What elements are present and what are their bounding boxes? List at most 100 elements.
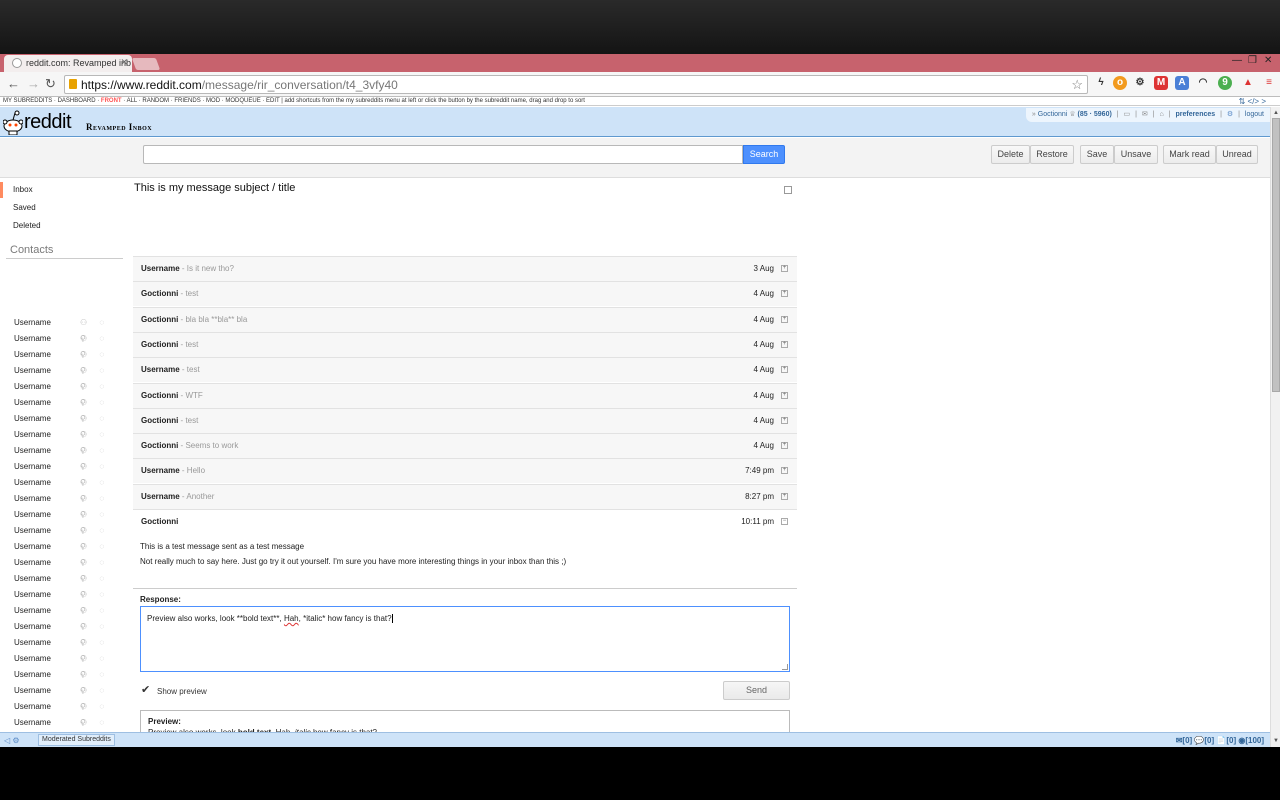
- close-tab-icon[interactable]: ✕: [120, 57, 128, 68]
- scroll-up-icon[interactable]: ▲: [1272, 109, 1280, 117]
- send-button[interactable]: Send: [723, 681, 790, 700]
- menu-icon[interactable]: ≡: [1262, 76, 1276, 90]
- message-row[interactable]: Goctionni - test 4 Aug +: [133, 407, 797, 433]
- logout-link[interactable]: logout: [1245, 111, 1264, 118]
- contact-item[interactable]: Username⚇ ◌ ⚲: [0, 315, 125, 343]
- notification-counts[interactable]: ✉[0] 💬[0] 📄[0] ◉[100]: [1176, 736, 1264, 745]
- reload-icon[interactable]: ↻: [45, 76, 56, 92]
- contact-item[interactable]: Username⚇ ◌ ⚲: [0, 667, 125, 695]
- translate-extension-icon[interactable]: A: [1175, 76, 1189, 90]
- sidebar-item-inbox[interactable]: Inbox: [0, 182, 125, 198]
- settings-icon[interactable]: ⚙: [1227, 111, 1233, 118]
- search-button[interactable]: Search: [743, 145, 785, 164]
- response-textarea[interactable]: Preview also works, look **bold text**, …: [140, 606, 790, 672]
- address-bar[interactable]: https://www.reddit.com/message/rir_conve…: [64, 75, 1088, 94]
- expand-icon[interactable]: +: [781, 492, 788, 500]
- contact-item[interactable]: Username⚇ ◌ ⚲: [0, 523, 125, 551]
- preferences-link[interactable]: preferences: [1175, 111, 1215, 118]
- bookmark-star-icon[interactable]: ☆: [1071, 77, 1083, 93]
- contact-item[interactable]: Username⚇ ◌ ⚲: [0, 507, 125, 535]
- contact-item[interactable]: Username⚇ ◌ ⚲: [0, 619, 125, 647]
- contact-item[interactable]: Username⚇ ◌ ⚲: [0, 379, 125, 407]
- srbar-tools[interactable]: ⇅ </> >: [1239, 97, 1266, 106]
- contact-item[interactable]: Username⚇ ◌ ⚲: [0, 699, 125, 727]
- contact-item[interactable]: Username⚇ ◌ ⚲: [0, 331, 125, 359]
- browser-tab[interactable]: reddit.com: Revamped inb ✕: [4, 55, 132, 72]
- message-row[interactable]: Username - test 4 Aug +: [133, 357, 797, 383]
- vertical-scrollbar[interactable]: ▲ ▼: [1270, 107, 1280, 747]
- message-row[interactable]: Goctionni - test 4 Aug +: [133, 331, 797, 357]
- contact-item[interactable]: Username⚇ ◌ ⚲: [0, 491, 125, 519]
- expand-icon[interactable]: +: [781, 366, 788, 374]
- resize-handle-icon[interactable]: [782, 664, 788, 670]
- open-message-header[interactable]: Goctionni 10:11 pm −: [133, 509, 797, 534]
- contact-item[interactable]: Username⚇ ◌ ⚲: [0, 427, 125, 455]
- expand-icon[interactable]: +: [781, 442, 788, 450]
- unsave-button[interactable]: Unsave: [1114, 145, 1158, 164]
- contact-item[interactable]: Username⚇ ◌ ⚲: [0, 539, 125, 567]
- expand-icon[interactable]: +: [781, 315, 788, 323]
- message-row[interactable]: Username - Another 8:27 pm +: [133, 483, 797, 509]
- restore-button[interactable]: Restore: [1030, 145, 1074, 164]
- contact-item[interactable]: Username⚇ ◌ ⚲: [0, 587, 125, 615]
- contact-item[interactable]: Username⚇ ◌ ⚲: [0, 347, 125, 375]
- expand-icon[interactable]: +: [781, 391, 788, 399]
- contact-item[interactable]: Username⚇ ◌ ⚲: [0, 635, 125, 663]
- message-row[interactable]: Goctionni - WTF 4 Aug +: [133, 382, 797, 408]
- red-triangle-extension-icon[interactable]: ▲: [1241, 76, 1255, 90]
- collapse-icon[interactable]: −: [781, 518, 788, 525]
- reddit-alien-icon[interactable]: [3, 109, 23, 135]
- expand-icon[interactable]: +: [781, 265, 788, 272]
- contact-item[interactable]: Username⚇ ◌ ⚲: [0, 443, 125, 471]
- sidebar-item-saved[interactable]: Saved: [0, 200, 125, 216]
- chat-icon[interactable]: ▭: [1124, 111, 1131, 118]
- contact-item[interactable]: Username⚇ ◌ ⚲: [0, 683, 125, 711]
- message-row[interactable]: Username - Is it new tho? 3 Aug +: [133, 256, 797, 281]
- scroll-down-icon[interactable]: ▼: [1272, 737, 1280, 745]
- reddit-logo[interactable]: reddit: [24, 111, 72, 134]
- expand-icon[interactable]: +: [781, 290, 788, 298]
- mail-icon[interactable]: ✉: [1142, 111, 1148, 118]
- green-extension-icon[interactable]: 9: [1218, 76, 1232, 90]
- contact-item[interactable]: Username⚇ ◌ ⚲: [0, 555, 125, 583]
- contact-item[interactable]: Username⚇ ◌ ⚲: [0, 475, 125, 503]
- search-input[interactable]: [143, 145, 743, 164]
- username-link[interactable]: Goctionni: [1038, 111, 1068, 118]
- collapse-bar-icon[interactable]: ◁ ⚙: [4, 736, 20, 745]
- message-row[interactable]: Goctionni - bla bla **bla** bla 4 Aug +: [133, 306, 797, 332]
- new-tab-button[interactable]: [131, 58, 161, 70]
- mod-mail-icon[interactable]: ⌂: [1160, 111, 1164, 118]
- gmail-extension-icon[interactable]: M: [1154, 76, 1168, 90]
- contact-item[interactable]: Username⚇ ◌ ⚲: [0, 651, 125, 679]
- forward-icon[interactable]: →: [27, 76, 40, 91]
- lightning-extension-icon[interactable]: ϟ: [1094, 76, 1108, 90]
- contact-item[interactable]: Username⚇ ◌ ⚲: [0, 571, 125, 599]
- message-row[interactable]: Goctionni - test 4 Aug +: [133, 281, 797, 307]
- orange-extension-icon[interactable]: o: [1113, 76, 1127, 90]
- srbar-prefix[interactable]: MY SUBREDDITS · DASHBOARD ·: [3, 98, 101, 104]
- scroll-thumb[interactable]: [1272, 118, 1280, 392]
- contact-item[interactable]: Username⚇ ◌ ⚲: [0, 411, 125, 439]
- signal-extension-icon[interactable]: ◠: [1196, 76, 1210, 90]
- save-button[interactable]: Save: [1080, 145, 1114, 164]
- contact-item[interactable]: Username⚇ ◌ ⚲: [0, 459, 125, 487]
- minimize-icon[interactable]: —: [1232, 55, 1242, 66]
- moderated-subreddits-button[interactable]: Moderated Subreddits: [38, 734, 115, 746]
- contact-item[interactable]: Username⚇ ◌ ⚲: [0, 395, 125, 423]
- mark-read-button[interactable]: Mark read: [1163, 145, 1216, 164]
- srbar-front[interactable]: FRONT: [101, 98, 122, 104]
- contact-item[interactable]: Username⚇ ◌ ⚲: [0, 363, 125, 391]
- collapse-all-icon[interactable]: [784, 186, 792, 194]
- gear-extension-icon[interactable]: ⚙: [1133, 76, 1147, 90]
- contact-item[interactable]: Username⚇ ◌ ⚲: [0, 603, 125, 631]
- show-preview-label[interactable]: Show preview: [157, 687, 207, 696]
- back-icon[interactable]: ←: [7, 76, 20, 91]
- message-row[interactable]: Username - Hello 7:49 pm +: [133, 458, 797, 484]
- close-window-icon[interactable]: ✕: [1264, 55, 1272, 66]
- expand-icon[interactable]: +: [781, 467, 788, 475]
- contact-actions-icon[interactable]: ⚇ ◌ ⚲: [80, 715, 125, 729]
- restore-window-icon[interactable]: ❐: [1248, 55, 1257, 66]
- expand-icon[interactable]: +: [781, 340, 788, 348]
- expand-icon[interactable]: +: [781, 416, 788, 424]
- delete-button[interactable]: Delete: [991, 145, 1030, 164]
